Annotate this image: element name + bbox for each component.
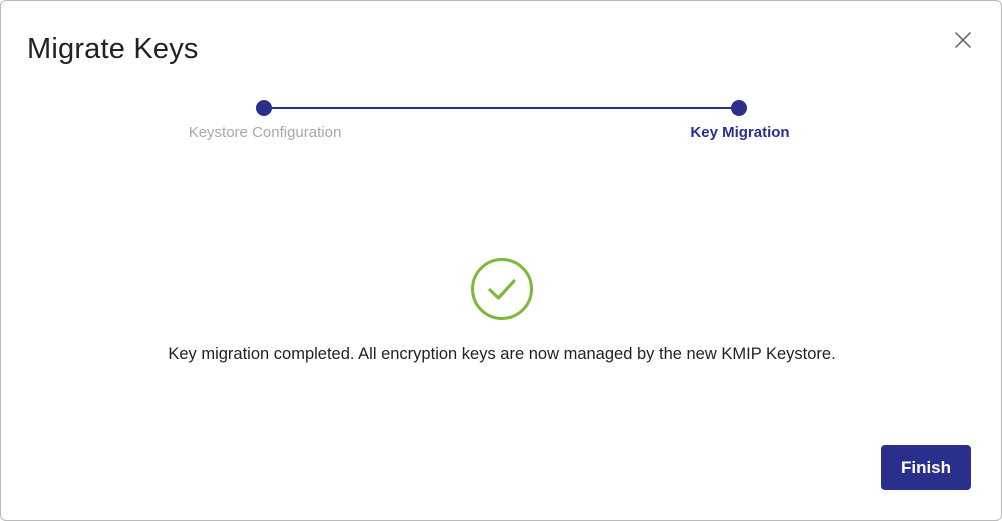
migrate-keys-dialog: Migrate Keys Keystore Configuration Key … (0, 0, 1002, 521)
step-dot-key-migration (731, 100, 747, 116)
finish-button[interactable]: Finish (881, 445, 971, 490)
step-label-keystore-configuration: Keystore Configuration (188, 124, 342, 141)
progress-stepper: Keystore Configuration Key Migration (1, 1, 1001, 161)
check-circle-icon (470, 257, 534, 321)
completion-message: Key migration completed. All encryption … (168, 345, 836, 363)
step-label-key-migration: Key Migration (690, 124, 790, 141)
stepper-connector (264, 107, 740, 109)
step-dot-keystore-configuration (256, 100, 272, 116)
